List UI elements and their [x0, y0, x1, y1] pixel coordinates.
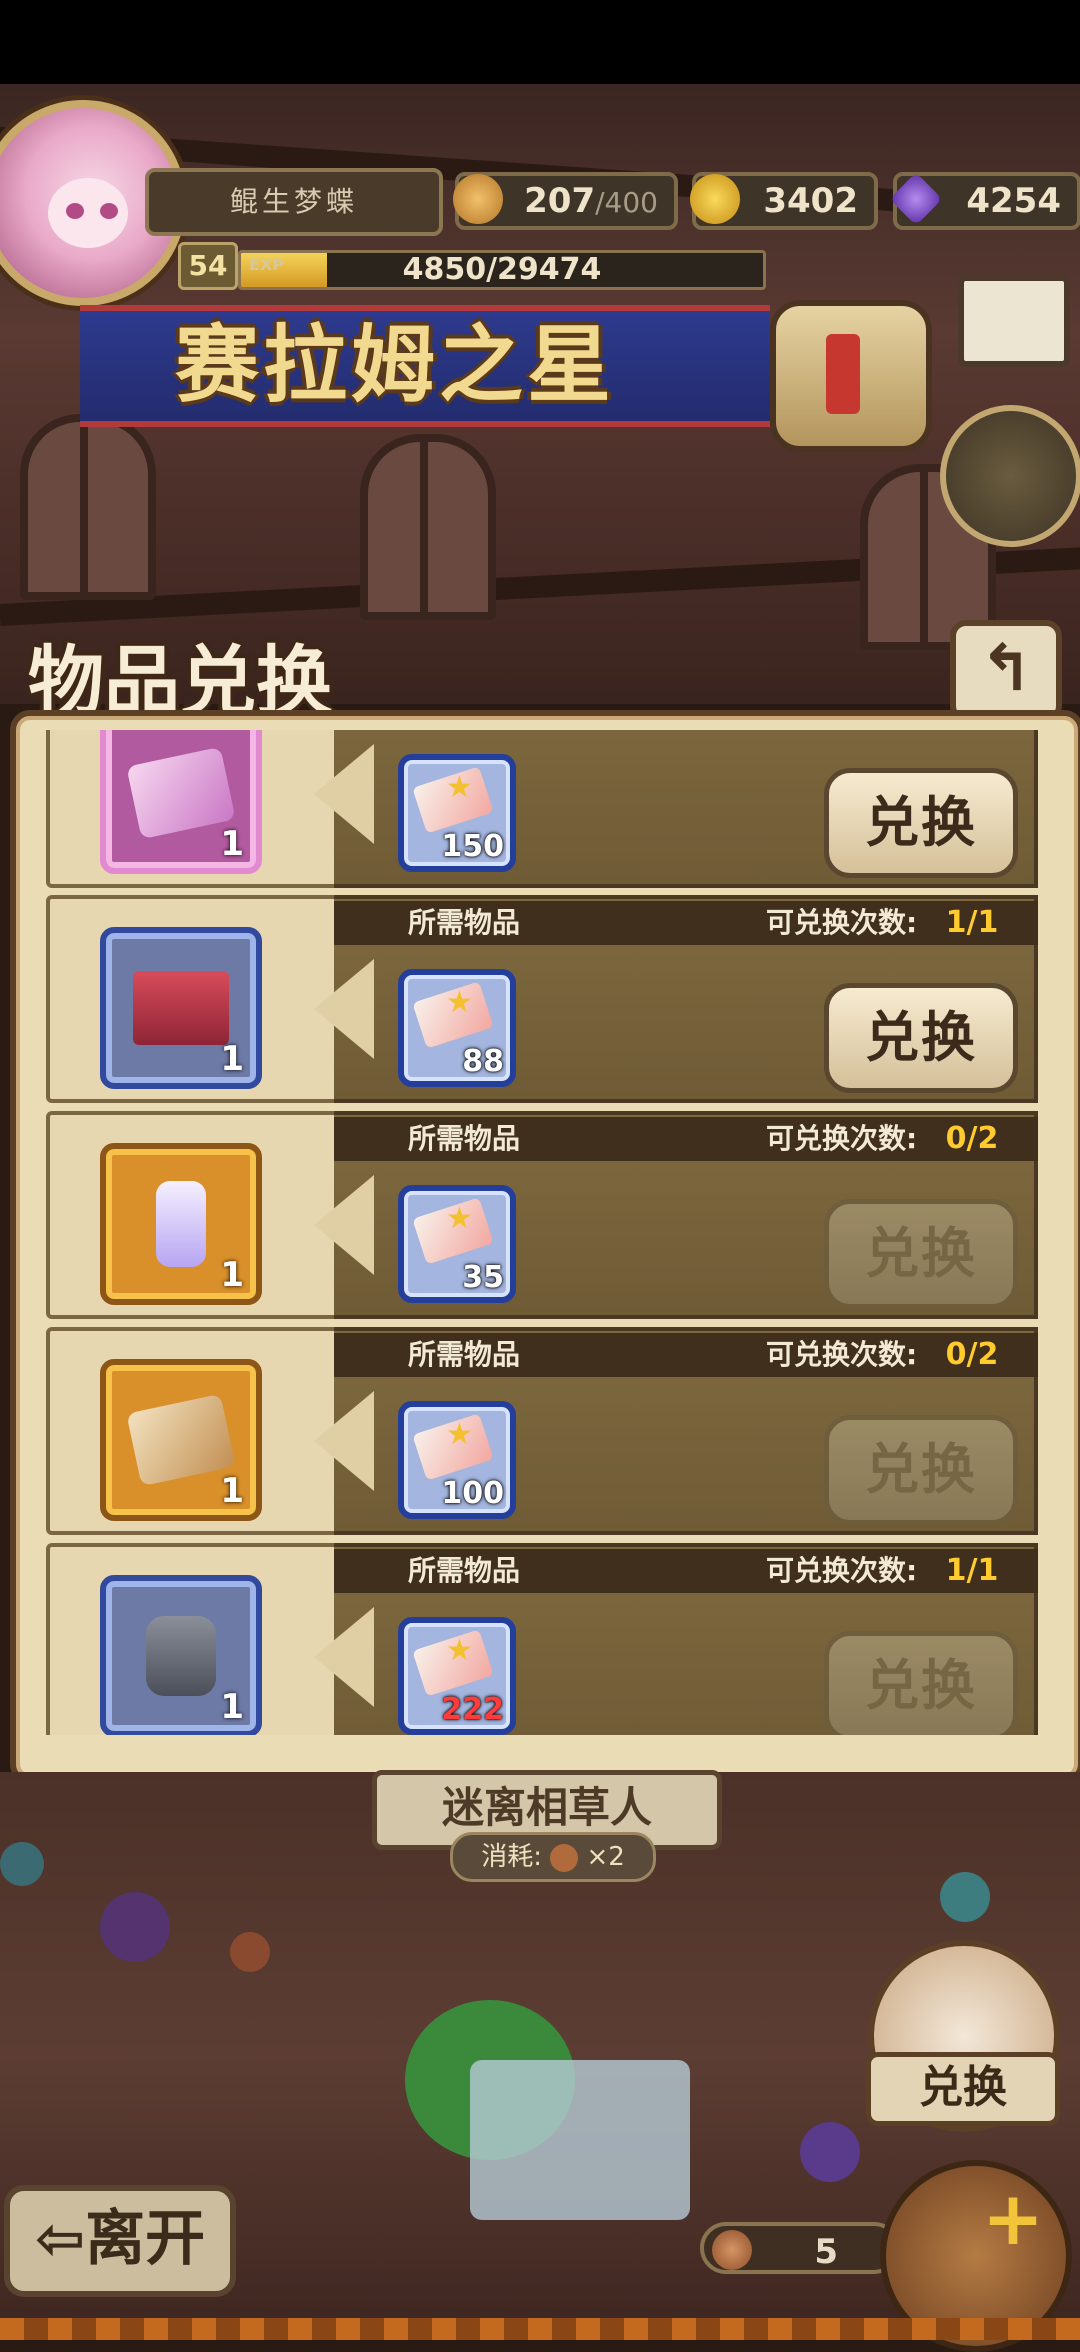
- exchange-row: 所需物品 可兑换次数: 0/2 1 ★ 35 兑换: [24, 1111, 1044, 1319]
- house-decoration[interactable]: [470, 2060, 690, 2220]
- row-header: 所需物品 可兑换次数: 1/1: [334, 1549, 1038, 1593]
- exchange-button[interactable]: 兑换: [824, 1415, 1018, 1525]
- exchange-count-value: 1/1: [945, 905, 999, 940]
- exchange-button[interactable]: 兑换: [824, 768, 1018, 878]
- required-items-label: 所需物品: [408, 1554, 521, 1587]
- ticket-count: 5: [814, 2232, 838, 2272]
- back-button[interactable]: ↰: [950, 620, 1062, 722]
- quest-scroll-icon[interactable]: [770, 300, 932, 452]
- level-badge: 54: [178, 242, 238, 290]
- gold-display[interactable]: 3402: [690, 172, 878, 230]
- arrow-icon: [314, 1175, 374, 1275]
- exchange-count-label: 可兑换次数:: [766, 1338, 918, 1371]
- reward-quantity: 1: [220, 1039, 244, 1079]
- exchange-count-value: 0/2: [945, 1337, 999, 1372]
- status-bar: [0, 0, 1080, 84]
- exchange-count-label: 可兑换次数:: [766, 1122, 918, 1155]
- coin-icon: [550, 1843, 579, 1872]
- cost-multiplier: ×2: [586, 1842, 625, 1872]
- gem-value: 4254: [966, 181, 1061, 221]
- coin-icon: [712, 2230, 752, 2270]
- exchange-count-value: 1/1: [945, 1553, 999, 1588]
- cost-item[interactable]: ★ 150: [398, 754, 516, 872]
- exchange-row: 所需物品 可兑换次数: 0/2 1 ★ 100 兑换: [24, 1327, 1044, 1535]
- reward-quantity: 1: [220, 1687, 244, 1727]
- cost-item[interactable]: ★ 222: [398, 1617, 516, 1735]
- back-arrow-icon: ↰: [979, 632, 1033, 706]
- stamina-max: /400: [595, 186, 658, 219]
- exchange-button[interactable]: 兑换: [824, 983, 1018, 1093]
- floor-trim: [0, 2318, 1080, 2340]
- leave-button[interactable]: ⇦离开: [4, 2185, 236, 2297]
- cost-quantity: 35: [462, 1260, 504, 1295]
- row-header: 所需物品 可兑换次数: 1/1: [334, 901, 1038, 945]
- mail-icon[interactable]: [958, 275, 1070, 367]
- star-icon: ★: [446, 1201, 473, 1236]
- exchange-row: 所需物品 可兑换次数: 1/1 1 ★ 88 兑换: [24, 895, 1044, 1103]
- exchange-count-value: 0/2: [945, 1121, 999, 1156]
- reward-quantity: 1: [220, 1471, 244, 1511]
- gold-value: 3402: [763, 181, 858, 221]
- cost-label: 消耗:: [481, 1842, 542, 1872]
- star-icon: ★: [446, 770, 473, 805]
- cost-quantity: 88: [462, 1044, 504, 1079]
- character-figure-icon: [146, 1616, 216, 1696]
- stamina-display[interactable]: 207/400: [453, 172, 678, 230]
- gift-box-icon: [133, 971, 229, 1045]
- player-name: 鲲生梦蝶: [145, 168, 443, 236]
- stamina-value: 207: [524, 181, 596, 221]
- cost-item[interactable]: ★ 100: [398, 1401, 516, 1519]
- star-icon: ★: [446, 1633, 473, 1668]
- reward-item[interactable]: 1: [100, 1575, 262, 1735]
- purple-gem-icon: [889, 172, 943, 226]
- exchange-list[interactable]: 1 ★ 150 兑换 所需物品 可兑换次数: 1/1 1 ★ 88 兑换 所需物…: [24, 730, 1044, 1735]
- gem-display[interactable]: 4254: [889, 172, 1080, 230]
- bread-icon: [453, 174, 503, 224]
- reward-quantity: 1: [220, 1255, 244, 1295]
- required-items-label: 所需物品: [408, 1338, 521, 1371]
- ticket-counter: 5: [700, 2222, 900, 2274]
- reward-item[interactable]: 1: [100, 1143, 262, 1305]
- winged-bottle-icon: [156, 1181, 206, 1267]
- row-header: 所需物品 可兑换次数: 0/2: [334, 1117, 1038, 1161]
- exchange-count-label: 可兑换次数:: [766, 906, 918, 939]
- exchange-button[interactable]: 兑换: [824, 1631, 1018, 1735]
- exp-bar: EXP 4850/29474: [238, 250, 766, 290]
- reward-quantity: 1: [220, 824, 244, 864]
- star-icon: ★: [446, 1417, 473, 1452]
- reward-item[interactable]: 1: [100, 1359, 262, 1521]
- cost-quantity: 150: [441, 829, 504, 864]
- exp-value: 4850/29474: [402, 252, 602, 287]
- exchange-count-label: 可兑换次数:: [766, 1554, 918, 1587]
- cost-item[interactable]: ★ 35: [398, 1185, 516, 1303]
- plus-icon: +: [982, 2176, 1045, 2262]
- backpack-icon[interactable]: [940, 405, 1080, 547]
- star-icon: ★: [446, 985, 473, 1020]
- arrow-icon: [314, 1391, 374, 1491]
- location-title: 赛拉姆之星: [175, 315, 616, 414]
- gold-coin-icon: [690, 174, 740, 224]
- arrow-icon: [314, 959, 374, 1059]
- exchange-shop-button[interactable]: 兑换: [866, 2052, 1060, 2126]
- row-header: 所需物品 可兑换次数: 0/2: [334, 1333, 1038, 1377]
- arrow-icon: [314, 1607, 374, 1707]
- reward-item[interactable]: 1: [100, 927, 262, 1089]
- cost-quantity: 100: [441, 1476, 504, 1511]
- exchange-row: 所需物品 可兑换次数: 1/1 1 ★ 222 兑换: [24, 1543, 1044, 1735]
- cost-item[interactable]: ★ 88: [398, 969, 516, 1087]
- arrow-icon: [314, 744, 374, 844]
- reward-item[interactable]: 1: [100, 730, 262, 874]
- exchange-row: 1 ★ 150 兑换: [24, 730, 1044, 888]
- exchange-button[interactable]: 兑换: [824, 1199, 1018, 1309]
- required-items-label: 所需物品: [408, 1122, 521, 1155]
- required-items-label: 所需物品: [408, 906, 521, 939]
- cost-quantity: 222: [441, 1692, 504, 1727]
- quest-cost: 消耗: ×2: [450, 1832, 656, 1882]
